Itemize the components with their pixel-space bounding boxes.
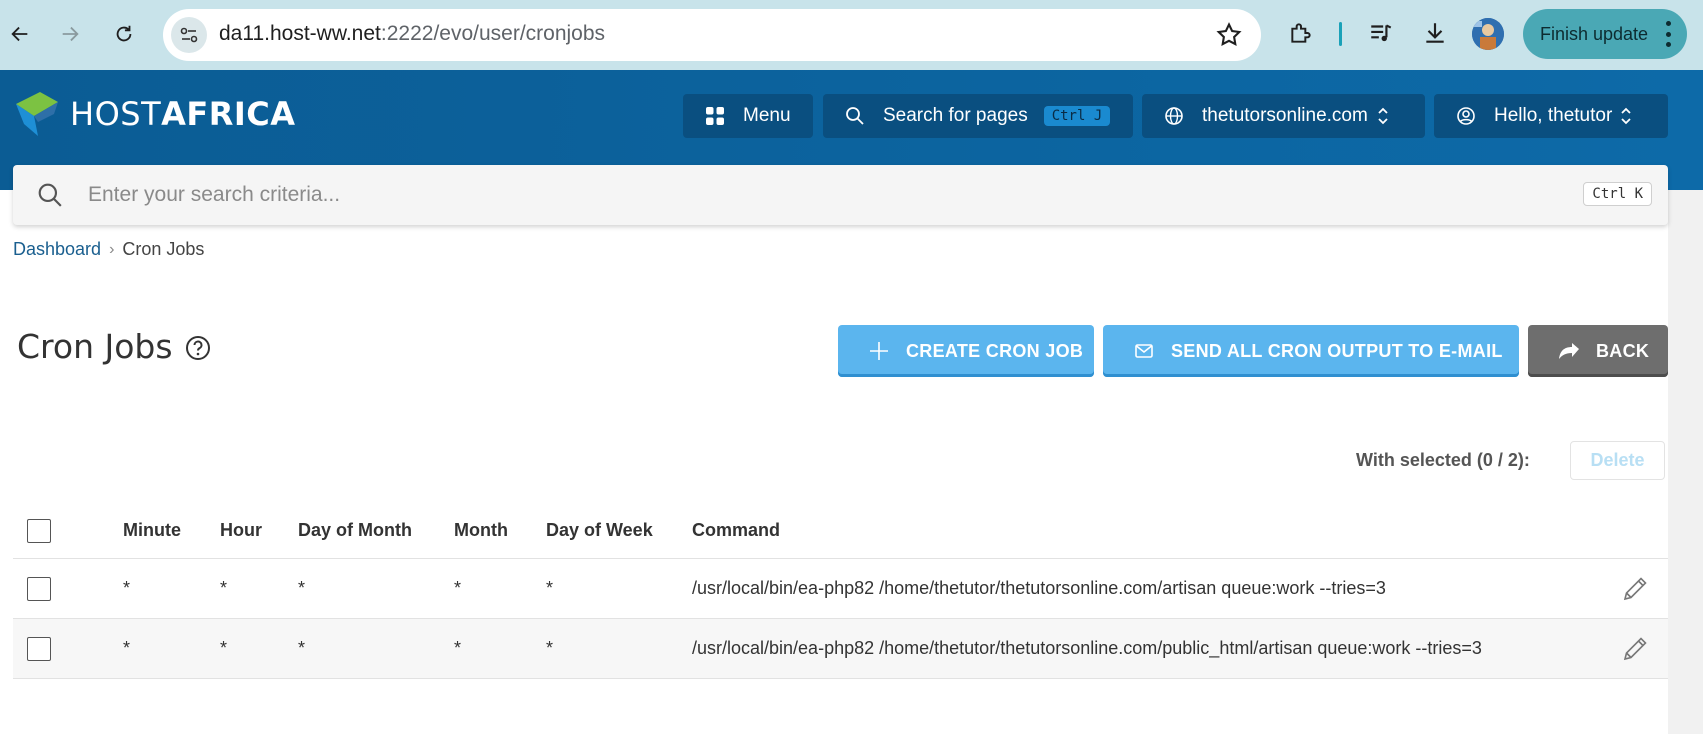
search-icon <box>846 107 864 125</box>
table-row: * * * * * /usr/local/bin/ea-php82 /home/… <box>13 619 1668 679</box>
hostafrica-logo-icon <box>16 92 58 136</box>
create-cron-job-button[interactable]: CREATE CRON JOB <box>838 325 1094 377</box>
cell-day-of-month: * <box>298 638 306 658</box>
cell-command: /usr/local/bin/ea-php82 /home/thetutor/t… <box>692 638 1482 658</box>
cell-day-of-week: * <box>546 578 554 598</box>
toolbar-divider <box>1339 22 1342 46</box>
menu-button[interactable]: Menu <box>683 94 813 138</box>
globe-icon <box>1165 107 1183 125</box>
url-text[interactable]: da11.host-ww.net:2222/evo/user/cronjobs <box>219 22 605 46</box>
breadcrumb: Dashboard › Cron Jobs <box>13 239 204 260</box>
cell-day-of-month: * <box>298 578 306 598</box>
cell-minute: * <box>123 638 131 658</box>
column-header-month[interactable]: Month <box>454 520 508 541</box>
help-icon[interactable] <box>185 335 211 361</box>
user-menu[interactable]: Hello, thetutor <box>1434 94 1668 138</box>
bookmark-star-icon[interactable] <box>1215 21 1243 49</box>
cron-jobs-table: Minute Hour Day of Month Month Day of We… <box>13 503 1668 679</box>
select-all-checkbox[interactable] <box>27 519 51 543</box>
finish-update-button[interactable]: Finish update <box>1523 9 1687 59</box>
cell-command: /usr/local/bin/ea-php82 /home/thetutor/t… <box>692 578 1386 598</box>
reload-icon[interactable] <box>104 14 144 54</box>
updown-chevron-icon <box>1621 107 1631 125</box>
user-circle-icon <box>1457 107 1475 125</box>
search-input[interactable] <box>88 178 1288 212</box>
breadcrumb-dashboard-link[interactable]: Dashboard <box>13 239 101 260</box>
user-greeting: Hello, thetutor <box>1494 105 1613 126</box>
global-search-bar: Ctrl K <box>13 165 1668 225</box>
table-header-row: Minute Hour Day of Month Month Day of We… <box>13 503 1668 559</box>
extensions-puzzle-icon[interactable] <box>1284 16 1318 50</box>
cell-month: * <box>454 578 462 598</box>
finish-update-label: Finish update <box>1540 23 1649 44</box>
cell-day-of-week: * <box>546 638 554 658</box>
table-row: * * * * * /usr/local/bin/ea-php82 /home/… <box>13 559 1668 619</box>
column-header-minute[interactable]: Minute <box>123 520 181 541</box>
media-queue-icon[interactable] <box>1364 16 1398 50</box>
profile-avatar[interactable] <box>1472 18 1504 50</box>
chevron-right-icon: › <box>109 240 115 258</box>
cell-hour: * <box>220 578 228 598</box>
updown-chevron-icon <box>1378 107 1388 125</box>
send-output-email-label: SEND ALL CRON OUTPUT TO E-MAIL <box>1171 340 1503 361</box>
scrollbar-top <box>1668 70 1703 190</box>
site-info-icon[interactable] <box>171 17 207 53</box>
column-header-day-of-week[interactable]: Day of Week <box>546 520 653 541</box>
logo-wordmark: HOSTAFRICA <box>70 95 296 133</box>
send-output-email-button[interactable]: SEND ALL CRON OUTPUT TO E-MAIL <box>1103 325 1519 377</box>
pencil-edit-icon[interactable] <box>1620 634 1650 664</box>
back-label: BACK <box>1596 340 1650 361</box>
search-icon <box>38 183 62 207</box>
envelope-icon <box>1135 344 1153 358</box>
address-bar[interactable]: da11.host-ww.net:2222/evo/user/cronjobs <box>163 9 1261 61</box>
domain-label: thetutorsonline.com <box>1202 105 1368 126</box>
grid-icon <box>706 107 724 125</box>
download-icon[interactable] <box>1418 16 1452 50</box>
forward-arrow-icon[interactable] <box>50 14 90 54</box>
column-header-hour[interactable]: Hour <box>220 520 262 541</box>
plus-icon <box>870 342 888 360</box>
domain-selector[interactable]: thetutorsonline.com <box>1142 94 1425 138</box>
column-header-day-of-month[interactable]: Day of Month <box>298 520 412 541</box>
search-pages-button[interactable]: Search for pages Ctrl J <box>823 94 1133 138</box>
browser-toolbar: da11.host-ww.net:2222/evo/user/cronjobs … <box>0 0 1703 70</box>
pencil-edit-icon[interactable] <box>1620 574 1650 604</box>
back-arrow-icon[interactable] <box>0 14 40 54</box>
row-checkbox[interactable] <box>27 637 51 661</box>
selection-count: With selected (0 / 2): <box>1356 450 1530 470</box>
shortcut-badge: Ctrl J <box>1043 106 1111 126</box>
back-button[interactable]: BACK <box>1528 325 1668 377</box>
share-arrow-icon <box>1559 343 1579 359</box>
create-cron-job-label: CREATE CRON JOB <box>906 340 1084 361</box>
more-vert-icon[interactable] <box>1665 21 1671 47</box>
page-title: Cron Jobs <box>17 327 173 366</box>
delete-button[interactable]: Delete <box>1570 441 1665 480</box>
breadcrumb-current: Cron Jobs <box>122 239 205 259</box>
search-pages-label: Search for pages <box>883 105 1028 126</box>
search-shortcut-badge: Ctrl K <box>1583 182 1652 206</box>
cell-month: * <box>454 638 462 658</box>
column-header-command[interactable]: Command <box>692 520 780 541</box>
row-checkbox[interactable] <box>27 577 51 601</box>
cell-minute: * <box>123 578 131 598</box>
hostafrica-logo[interactable]: HOSTAFRICA <box>14 90 296 138</box>
cell-hour: * <box>220 638 228 658</box>
menu-label: Menu <box>743 105 791 126</box>
